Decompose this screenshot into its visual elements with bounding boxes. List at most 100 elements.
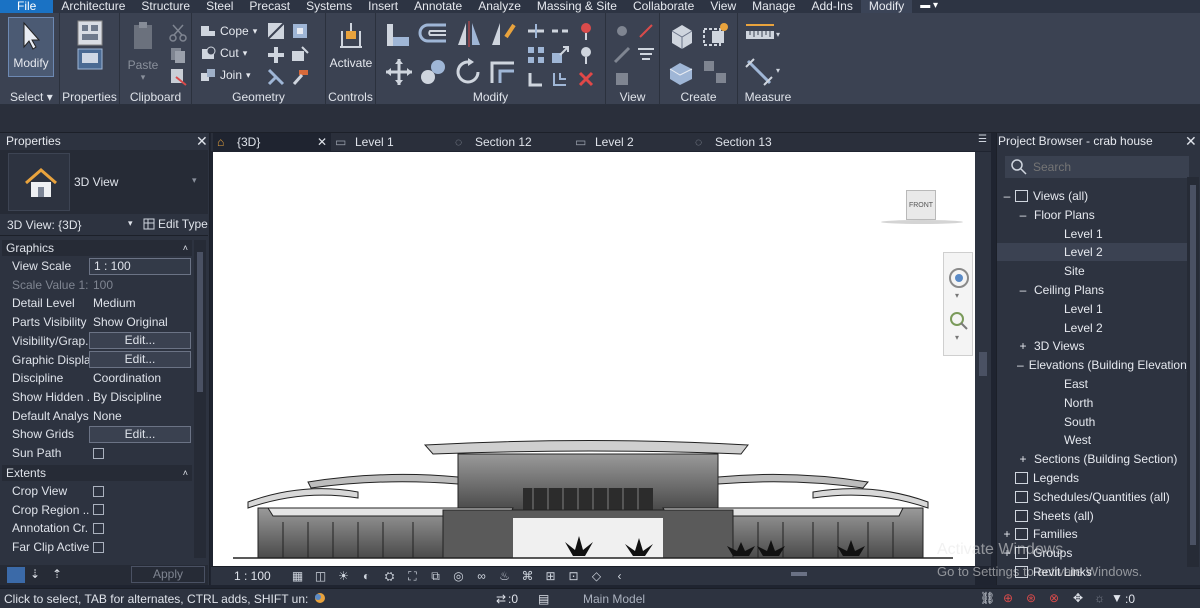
menu-massing-site[interactable]: Massing & Site <box>529 0 625 13</box>
demolish-icon[interactable] <box>290 45 310 65</box>
match-properties-icon[interactable] <box>168 67 188 87</box>
graphics-section-header[interactable]: Graphics ˄ <box>2 240 192 256</box>
cloud-toggle-icon[interactable]: ▬ ▾ <box>912 0 946 13</box>
select-by-face-icon[interactable]: ⊗ <box>1049 591 1059 605</box>
dimension-icon[interactable]: ▾ <box>744 57 782 87</box>
menu-systems[interactable]: Systems <box>298 0 360 13</box>
modify-button[interactable]: Modify <box>8 17 54 77</box>
viewport-vertical-scrollbar[interactable] <box>975 152 991 566</box>
tab-section-12[interactable]: ◌ Section 12 <box>451 133 569 151</box>
highlight-displacement-icon[interactable]: ◇ <box>588 569 605 584</box>
close-browser-icon[interactable]: ✕ <box>1185 133 1197 149</box>
collapse-icon[interactable]: – <box>1017 283 1029 297</box>
menu-architecture[interactable]: Architecture <box>53 0 133 13</box>
paste-button[interactable]: Paste ▾ <box>126 21 160 82</box>
horizontal-scroll-thumb[interactable] <box>791 572 807 576</box>
tree-item-south[interactable]: South <box>997 413 1187 431</box>
array-icon[interactable] <box>526 45 546 65</box>
temporary-properties-icon[interactable]: ♨ <box>496 569 513 584</box>
properties-button[interactable] <box>72 19 108 77</box>
tree-item-east[interactable]: East <box>997 375 1187 393</box>
menu-view[interactable]: View <box>702 0 744 13</box>
close-tab-icon[interactable]: ✕ <box>317 133 327 151</box>
copy-elements-icon[interactable] <box>418 57 448 87</box>
property-checkbox[interactable] <box>93 485 104 497</box>
tab-level-2[interactable]: ▭ Level 2 <box>571 133 689 151</box>
browser-scrollbar[interactable] <box>1187 177 1199 567</box>
background-process-icon[interactable]: ☼ <box>1094 591 1105 605</box>
detail-level-icon[interactable]: ▦ <box>289 569 306 584</box>
browser-search[interactable] <box>1005 156 1189 178</box>
similar-icon[interactable] <box>700 57 730 87</box>
menu-file[interactable]: File <box>0 0 54 13</box>
constraints-icon[interactable]: ⊡ <box>565 569 582 584</box>
tree-item-views-all[interactable]: – Views (all) <box>997 187 1187 205</box>
select-underlay-icon[interactable]: ⊕ <box>1003 591 1013 605</box>
select-dropdown[interactable]: Select ▾ <box>0 90 59 104</box>
menu-analyze[interactable]: Analyze <box>470 0 529 13</box>
tree-item-north[interactable]: North <box>997 394 1187 412</box>
main-model-selector[interactable]: Main Model <box>583 592 645 606</box>
create-parts-icon[interactable] <box>700 21 730 51</box>
menu-steel[interactable]: Steel <box>198 0 241 13</box>
cope-button[interactable]: Cope ▾ <box>200 23 257 39</box>
move-icon[interactable] <box>384 57 414 87</box>
select-links-icon[interactable]: ⛓ <box>980 591 995 605</box>
filter-icon[interactable]: ▼ <box>1111 591 1123 605</box>
menu-annotate[interactable]: Annotate <box>406 0 470 13</box>
tree-item-ceiling-plans[interactable]: – Ceiling Plans <box>997 281 1187 299</box>
edit-type-button[interactable]: Edit Type <box>143 217 208 231</box>
linework-icon[interactable] <box>612 45 632 65</box>
split-gap-icon[interactable] <box>550 21 570 41</box>
wall-joins-icon[interactable] <box>266 45 286 65</box>
sort-ascending-icon[interactable]: ⇣ <box>30 567 40 581</box>
collapse-icon[interactable]: ‹ <box>611 569 628 584</box>
reveal-hidden-icon[interactable]: ∞ <box>473 569 490 584</box>
align-icon[interactable] <box>384 21 412 49</box>
property-checkbox[interactable] <box>93 447 104 459</box>
scale-icon[interactable] <box>550 45 570 65</box>
tree-item-elevations-building-elevation[interactable]: – Elevations (Building Elevation) <box>997 356 1191 374</box>
hammer-icon[interactable] <box>290 67 310 87</box>
rendering-icon[interactable]: ⛭ <box>381 569 398 584</box>
tree-item-level-2[interactable]: Level 2 <box>997 319 1187 337</box>
menu-manage[interactable]: Manage <box>744 0 803 13</box>
edit-button[interactable]: Edit... <box>89 425 191 443</box>
tree-item-site[interactable]: Site <box>997 262 1187 280</box>
shadows-icon[interactable]: ◐ <box>358 569 375 584</box>
tree-item-legends[interactable]: Legends <box>997 469 1187 487</box>
extents-section-header[interactable]: Extents ˄ <box>2 465 192 481</box>
menu-modify[interactable]: Modify <box>860 0 913 13</box>
expand-icon[interactable]: + <box>1017 339 1029 353</box>
trim-single-icon[interactable] <box>526 69 546 89</box>
pin-icon[interactable] <box>576 21 596 41</box>
unpin-icon[interactable] <box>576 45 596 65</box>
scissors-icon[interactable] <box>168 23 188 43</box>
override-graphics-icon[interactable] <box>636 21 656 41</box>
properties-help-icon[interactable] <box>7 567 25 583</box>
cube-view-icon[interactable] <box>612 69 632 89</box>
tree-item-west[interactable]: West <box>997 431 1187 449</box>
instance-dropdown-icon[interactable]: ▾ <box>128 218 133 229</box>
rotate-icon[interactable] <box>454 57 484 87</box>
join-button[interactable]: Join ▾ <box>200 67 251 83</box>
trim-multiple-icon[interactable] <box>550 69 570 89</box>
steering-wheel-icon[interactable] <box>948 267 970 289</box>
property-checkbox[interactable] <box>93 541 104 553</box>
tab-level-1[interactable]: ▭ Level 1 <box>331 133 449 151</box>
filter-view-icon[interactable] <box>636 45 656 65</box>
create-assembly-icon[interactable] <box>666 21 696 51</box>
instance-selector[interactable]: 3D View: {3D} <box>7 218 82 232</box>
split-face-icon[interactable] <box>266 21 286 41</box>
cut-button[interactable]: Cut ▾ <box>200 45 247 61</box>
close-properties-icon[interactable]: ✕ <box>196 133 208 149</box>
tree-item-level-1[interactable]: Level 1 <box>997 225 1187 243</box>
show-crop-icon[interactable]: ⧉ <box>427 569 444 584</box>
menu-structure[interactable]: Structure <box>133 0 198 13</box>
create-group-icon[interactable] <box>666 57 696 87</box>
delete-icon[interactable] <box>576 69 596 89</box>
tree-item-schedules-quantities-all[interactable]: Schedules/Quantities (all) <box>997 488 1187 506</box>
property-checkbox[interactable] <box>93 522 104 534</box>
design-options-icon[interactable]: ▤ <box>538 592 549 606</box>
edit-button[interactable]: Edit... <box>89 332 191 350</box>
